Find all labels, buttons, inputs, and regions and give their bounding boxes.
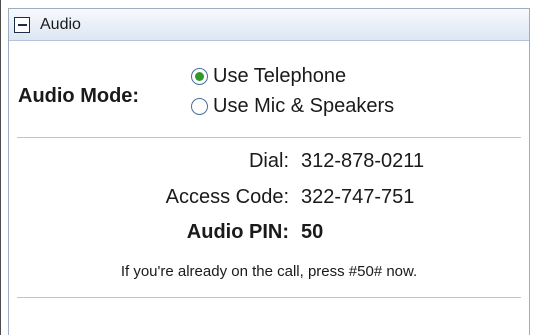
minus-icon[interactable]: [14, 16, 30, 33]
use-mic-speakers-label[interactable]: Use Mic & Speakers: [213, 95, 394, 118]
access-code-label: Access Code:: [165, 186, 289, 208]
audio-panel-header[interactable]: Audio: [9, 9, 529, 41]
audio-pin-label: Audio PIN:: [186, 221, 289, 243]
panel-title: Audio: [40, 15, 81, 33]
audio-mode-section: Audio Mode: Use Telephone Use Mic & Spea…: [9, 43, 529, 138]
audio-mode-label: Audio Mode:: [18, 85, 140, 107]
dial-label: Dial:: [248, 150, 289, 172]
use-telephone-label[interactable]: Use Telephone: [213, 65, 346, 88]
use-telephone-option[interactable]: Use Telephone: [191, 65, 346, 88]
audio-panel: Audio Audio Mode: Use Telephone Use Mic …: [8, 8, 530, 335]
dial-value: 312-878-0211: [301, 150, 425, 172]
divider: [17, 297, 521, 298]
use-mic-speakers-option[interactable]: Use Mic & Speakers: [191, 95, 394, 118]
call-instruction-note: If you're already on the call, press #50…: [120, 263, 418, 280]
window-edge: [0, 0, 1, 335]
radio-unselected-icon[interactable]: [191, 98, 208, 115]
divider: [17, 137, 521, 138]
access-code-value: 322-747-751: [301, 186, 415, 208]
radio-selected-icon[interactable]: [191, 68, 208, 85]
audio-pin-value: 50: [301, 221, 324, 243]
